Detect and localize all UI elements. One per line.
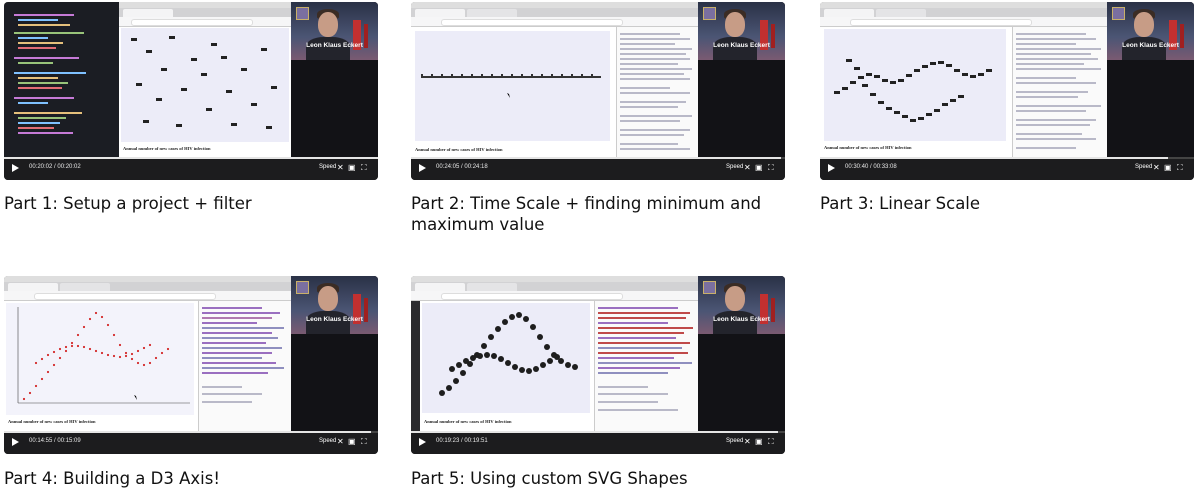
fullscreen-icon[interactable]: ⛶ bbox=[361, 163, 367, 172]
webcam-overlay: Leon Klaus Eckert bbox=[698, 276, 785, 431]
elements-panel bbox=[594, 301, 699, 431]
fullscreen-icon[interactable]: ⛶ bbox=[1177, 163, 1183, 172]
play-icon[interactable] bbox=[12, 438, 19, 446]
chart-area bbox=[422, 303, 590, 413]
presenter-name: Leon Klaus Eckert bbox=[713, 316, 770, 323]
video-frame: Annual number of new cases of HIV infect… bbox=[411, 2, 699, 157]
video-title[interactable]: Part 4: Building a D3 Axis! bbox=[4, 468, 378, 489]
webcam-overlay: Leon Klaus Eckert bbox=[698, 2, 785, 157]
webcam-overlay: Leon Klaus Eckert bbox=[291, 276, 378, 431]
player-controls: 00:19:23 / 00:19:51 Speed ✕ ▣ ⛶ bbox=[411, 431, 785, 454]
chart-marks bbox=[17, 307, 190, 404]
scatter-labels bbox=[131, 36, 277, 129]
speed-button[interactable]: Speed bbox=[319, 164, 336, 170]
player-controls: 00:30:40 / 00:33:08 Speed ✕ ▣ ⛶ bbox=[820, 157, 1194, 180]
progress-bar[interactable] bbox=[4, 157, 378, 159]
video-title[interactable]: Part 3: Linear Scale bbox=[820, 193, 1194, 214]
captions-icon[interactable]: ▣ bbox=[348, 437, 356, 446]
video-player[interactable]: Annual number of new cases of HIV infect… bbox=[4, 276, 378, 454]
video-card: Annual number of new cases of HIV infect… bbox=[4, 276, 378, 488]
captions-icon[interactable]: ▣ bbox=[755, 163, 763, 172]
video-card: Annual number of new cases of HIV infect… bbox=[411, 276, 785, 488]
chart-area bbox=[824, 29, 1006, 141]
video-frame: Annual number of new cases of HIV infect… bbox=[411, 276, 699, 431]
chart-caption: Annual number of new cases of HIV infect… bbox=[415, 147, 503, 152]
video-player[interactable]: Annual number of new cases of HIV infect… bbox=[820, 2, 1194, 180]
console-panel bbox=[1012, 27, 1108, 157]
progress-bar[interactable] bbox=[411, 157, 785, 159]
progress-bar[interactable] bbox=[4, 431, 378, 433]
video-frame: Annual number of new cases of HIV infect… bbox=[820, 2, 1108, 157]
captions-icon[interactable]: ▣ bbox=[1164, 163, 1172, 172]
chart-caption: Annual number of new cases of HIV infect… bbox=[824, 145, 912, 150]
chart-area bbox=[6, 303, 194, 415]
chart-caption: Annual number of new cases of HIV infect… bbox=[123, 146, 211, 151]
play-icon[interactable] bbox=[828, 164, 835, 172]
code-editor bbox=[4, 2, 119, 157]
video-title[interactable]: Part 2: Time Scale + finding minimum and… bbox=[411, 193, 785, 235]
webcam-overlay: Leon Klaus Eckert bbox=[291, 2, 378, 157]
speed-button[interactable]: Speed bbox=[1135, 164, 1152, 170]
time-display: 00:14:55 / 00:15:09 bbox=[29, 438, 81, 444]
elements-panel bbox=[198, 301, 292, 431]
tool-strip bbox=[411, 301, 420, 431]
chart-caption: Annual number of new cases of HIV infect… bbox=[424, 419, 512, 424]
settings-icon[interactable]: ✕ bbox=[744, 437, 751, 446]
time-display: 00:20:02 / 00:20:02 bbox=[29, 164, 81, 170]
console-panel bbox=[616, 27, 699, 157]
player-controls: 00:20:02 / 00:20:02 Speed ✕ ▣ ⛶ bbox=[4, 157, 378, 180]
chart-caption: Annual number of new cases of HIV infect… bbox=[8, 419, 96, 424]
fullscreen-icon[interactable]: ⛶ bbox=[768, 163, 774, 172]
chart-marks bbox=[439, 312, 578, 396]
chart-marks bbox=[834, 59, 992, 122]
player-controls: 00:24:05 / 00:24:18 Speed ✕ ▣ ⛶ bbox=[411, 157, 785, 180]
settings-icon[interactable]: ✕ bbox=[337, 163, 344, 172]
time-display: 00:24:05 / 00:24:18 bbox=[436, 164, 488, 170]
video-player[interactable]: Annual number of new cases of HIV infect… bbox=[411, 2, 785, 180]
video-frame: Annual number of new cases of HIV infect… bbox=[4, 276, 292, 431]
video-title[interactable]: Part 1: Setup a project + filter bbox=[4, 193, 378, 214]
play-icon[interactable] bbox=[12, 164, 19, 172]
fullscreen-icon[interactable]: ⛶ bbox=[361, 437, 367, 446]
speed-button[interactable]: Speed bbox=[726, 438, 743, 444]
time-display: 00:30:40 / 00:33:08 bbox=[845, 164, 897, 170]
video-frame: Annual number of new cases of HIV infect… bbox=[4, 2, 291, 157]
player-controls: 00:14:55 / 00:15:09 Speed ✕ ▣ ⛶ bbox=[4, 431, 378, 454]
chart-area bbox=[415, 31, 610, 141]
captions-icon[interactable]: ▣ bbox=[755, 437, 763, 446]
progress-fill bbox=[4, 431, 371, 433]
settings-icon[interactable]: ✕ bbox=[1153, 163, 1160, 172]
presenter-name: Leon Klaus Eckert bbox=[1122, 42, 1179, 49]
video-player[interactable]: Annual number of new cases of HIV infect… bbox=[411, 276, 785, 454]
captions-icon[interactable]: ▣ bbox=[348, 163, 356, 172]
presenter-name: Leon Klaus Eckert bbox=[713, 42, 770, 49]
play-icon[interactable] bbox=[419, 438, 426, 446]
speed-button[interactable]: Speed bbox=[319, 438, 336, 444]
progress-bar[interactable] bbox=[411, 431, 785, 433]
fullscreen-icon[interactable]: ⛶ bbox=[768, 437, 774, 446]
progress-bar[interactable] bbox=[820, 157, 1194, 159]
chart-area bbox=[121, 28, 289, 142]
progress-fill bbox=[411, 157, 782, 159]
time-display: 00:19:23 / 00:19:51 bbox=[436, 438, 488, 444]
speed-button[interactable]: Speed bbox=[726, 164, 743, 170]
chart-marks bbox=[421, 74, 601, 98]
video-player[interactable]: Annual number of new cases of HIV infect… bbox=[4, 2, 378, 180]
video-title[interactable]: Part 5: Using custom SVG Shapes bbox=[411, 468, 785, 489]
play-icon[interactable] bbox=[419, 164, 426, 172]
video-card: Annual number of new cases of HIV infect… bbox=[411, 2, 785, 234]
settings-icon[interactable]: ✕ bbox=[744, 163, 751, 172]
presenter-name: Leon Klaus Eckert bbox=[306, 42, 363, 49]
progress-fill bbox=[820, 157, 1168, 159]
progress-fill bbox=[4, 157, 378, 159]
settings-icon[interactable]: ✕ bbox=[337, 437, 344, 446]
webcam-overlay: Leon Klaus Eckert bbox=[1107, 2, 1194, 157]
video-card: Annual number of new cases of HIV infect… bbox=[820, 2, 1194, 213]
video-card: Annual number of new cases of HIV infect… bbox=[4, 2, 378, 213]
presenter-name: Leon Klaus Eckert bbox=[306, 316, 363, 323]
progress-fill bbox=[411, 431, 778, 433]
